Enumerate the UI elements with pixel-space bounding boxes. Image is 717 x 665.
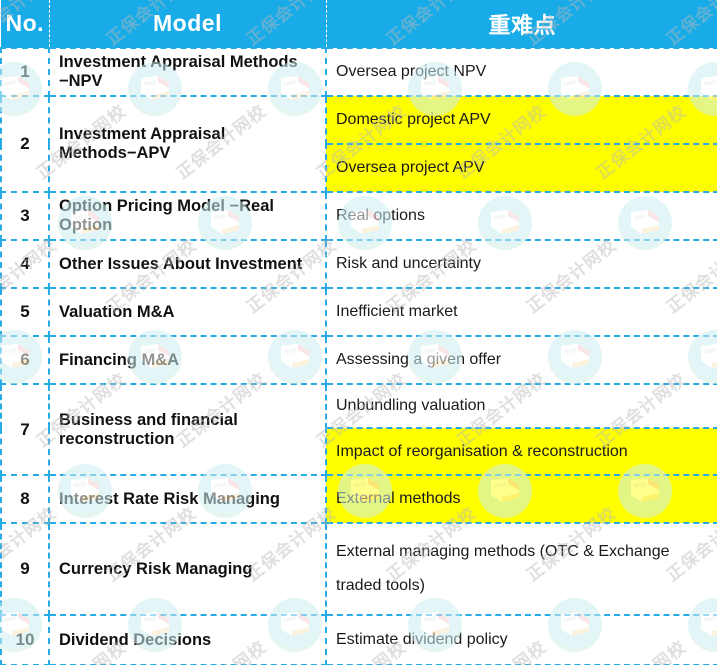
table-row: 9 Currency Risk Managing External managi… bbox=[0, 523, 717, 616]
header-cell-key-points: 重难点 bbox=[326, 0, 717, 48]
row-model: Other Issues About Investment bbox=[49, 240, 327, 289]
row-point: External managing methods (OTC & Exchang… bbox=[326, 523, 717, 616]
row-model: Valuation M&A bbox=[49, 288, 327, 337]
row-model: Option Pricing Model −Real Option bbox=[49, 192, 327, 241]
table-row: 4 Other Issues About Investment Risk and… bbox=[0, 240, 717, 289]
table-body: 1 Investment Appraisal Methods −NPV Over… bbox=[0, 47, 717, 665]
row-number: 1 bbox=[0, 47, 50, 97]
row-point: Estimate dividend policy bbox=[326, 615, 717, 665]
row-point: Domestic project APV bbox=[326, 96, 717, 145]
row-model: Business and financial reconstruction bbox=[49, 384, 327, 476]
table-row: 10 Dividend Decisions Estimate dividend … bbox=[0, 615, 717, 665]
row-model: Investment Appraisal Methods −NPV bbox=[49, 47, 327, 97]
row-number: 5 bbox=[0, 288, 50, 337]
row-number: 7 bbox=[0, 384, 50, 476]
row-number: 6 bbox=[0, 336, 50, 385]
table-row: 5 Valuation M&A Inefficient market bbox=[0, 288, 717, 337]
row-point: Assessing a given offer bbox=[326, 336, 717, 385]
row-number: 10 bbox=[0, 615, 50, 665]
row-point: Oversea project APV bbox=[326, 144, 717, 193]
row-point: Real options bbox=[326, 192, 717, 241]
row-number: 2 bbox=[0, 96, 50, 193]
row-number: 8 bbox=[0, 475, 50, 524]
row-model: Currency Risk Managing bbox=[49, 523, 327, 616]
table-row: 3 Option Pricing Model −Real Option Real… bbox=[0, 192, 717, 241]
table-row: 7 Business and financial reconstruction … bbox=[0, 384, 717, 476]
row-point: Inefficient market bbox=[326, 288, 717, 337]
row-model: Dividend Decisions bbox=[49, 615, 327, 665]
screenshot-canvas: No. Model 重难点 1 Investment Appraisal Met… bbox=[0, 0, 717, 665]
row-number: 4 bbox=[0, 240, 50, 289]
header-cell-no: No. bbox=[1, 0, 50, 48]
row-model: Financing M&A bbox=[49, 336, 327, 385]
row-point: Risk and uncertainty bbox=[326, 240, 717, 289]
study-plan-table: No. Model 重难点 1 Investment Appraisal Met… bbox=[0, 0, 717, 665]
row-model: Interest Rate Risk Managing bbox=[49, 475, 327, 524]
row-point: External methods bbox=[326, 475, 717, 524]
row-point: Oversea project NPV bbox=[326, 47, 717, 97]
row-point: Unbundling valuation bbox=[326, 384, 717, 429]
header-cell-model: Model bbox=[49, 0, 327, 48]
row-number: 3 bbox=[0, 192, 50, 241]
row-point: Impact of reorganisation & reconstructio… bbox=[326, 428, 717, 476]
table-row: 8 Interest Rate Risk Managing External m… bbox=[0, 475, 717, 524]
table-row: 2 Investment Appraisal Methods−APV Domes… bbox=[0, 96, 717, 193]
table-row: 1 Investment Appraisal Methods −NPV Over… bbox=[0, 47, 717, 97]
row-number: 9 bbox=[0, 523, 50, 616]
row-model: Investment Appraisal Methods−APV bbox=[49, 96, 327, 193]
header-row: No. Model 重难点 bbox=[1, 0, 717, 48]
table-header: No. Model 重难点 bbox=[1, 0, 717, 48]
table-row: 6 Financing M&A Assessing a given offer bbox=[0, 336, 717, 385]
